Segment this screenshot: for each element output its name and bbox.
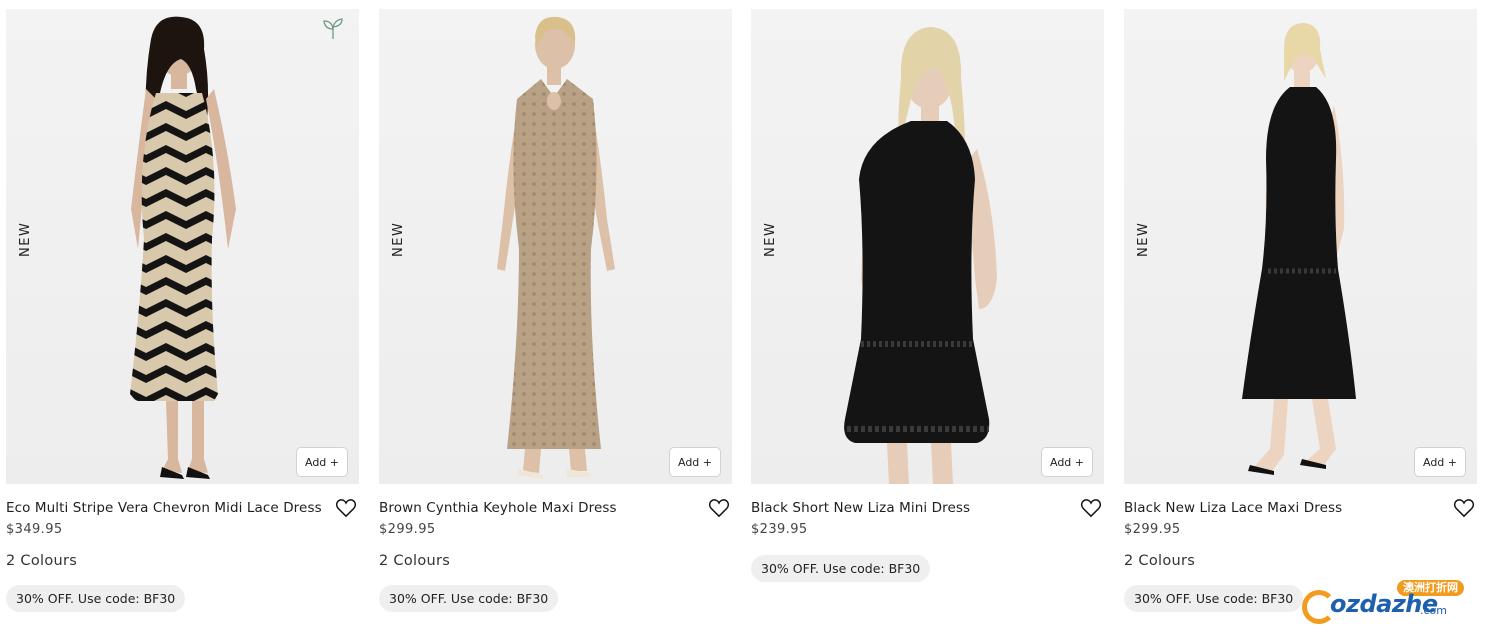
product-title[interactable]: Black New Liza Lace Maxi Dress bbox=[1124, 498, 1477, 518]
product-title[interactable]: Brown Cynthia Keyhole Maxi Dress bbox=[379, 498, 732, 518]
add-to-cart-button[interactable]: Add + bbox=[668, 447, 721, 477]
add-to-cart-button[interactable]: Add + bbox=[295, 447, 348, 477]
product-price: $239.95 bbox=[751, 522, 808, 537]
product-image[interactable]: NEW Add + bbox=[1124, 9, 1477, 484]
watermark-logo: 澳洲打折网 ozdazhe .com bbox=[1302, 580, 1472, 626]
product-price: $349.95 bbox=[6, 522, 63, 537]
heart-icon[interactable] bbox=[708, 498, 730, 518]
product-price: $299.95 bbox=[379, 522, 436, 537]
colour-count[interactable]: 2 Colours bbox=[6, 553, 359, 573]
product-price: $299.95 bbox=[1124, 522, 1181, 537]
colour-count[interactable]: 2 Colours bbox=[1124, 553, 1477, 573]
promo-badge: 30% OFF. Use code: BF30 bbox=[1124, 585, 1304, 612]
product-image[interactable]: NEW Add + bbox=[751, 9, 1104, 484]
new-badge: NEW bbox=[391, 221, 406, 257]
product-card: NEW Add + Black Short New Liza Mini Dres… bbox=[751, 9, 1104, 582]
product-card: NEW Add + Eco Multi Stripe Vera Chevron … bbox=[6, 9, 359, 612]
promo-badge: 30% OFF. Use code: BF30 bbox=[6, 585, 186, 612]
product-info: Brown Cynthia Keyhole Maxi Dress $299.95… bbox=[379, 484, 732, 612]
model-photo bbox=[497, 16, 615, 479]
product-info: Eco Multi Stripe Vera Chevron Midi Lace … bbox=[6, 484, 359, 612]
add-to-cart-button[interactable]: Add + bbox=[1413, 447, 1466, 477]
product-card: NEW Add + Brown Cynthia Keyhole Maxi Dre… bbox=[379, 9, 732, 612]
new-badge: NEW bbox=[763, 221, 778, 257]
model-photo bbox=[1242, 23, 1356, 475]
product-grid: NEW Add + Eco Multi Stripe Vera Chevron … bbox=[0, 0, 1488, 636]
product-image[interactable]: NEW Add + bbox=[379, 9, 732, 484]
colour-count[interactable]: 2 Colours bbox=[379, 553, 732, 573]
product-card: NEW Add + Black New Liza Lace Maxi Dress… bbox=[1124, 9, 1477, 612]
heart-icon[interactable] bbox=[335, 498, 357, 518]
leaf-icon bbox=[323, 18, 343, 39]
add-to-cart-button[interactable]: Add + bbox=[1040, 447, 1093, 477]
model-photo bbox=[844, 27, 997, 484]
product-title[interactable]: Black Short New Liza Mini Dress bbox=[751, 498, 1104, 518]
promo-badge: 30% OFF. Use code: BF30 bbox=[751, 555, 931, 582]
promo-badge: 30% OFF. Use code: BF30 bbox=[379, 585, 559, 612]
product-info: Black Short New Liza Mini Dress $239.95 … bbox=[751, 484, 1104, 582]
heart-icon[interactable] bbox=[1453, 498, 1475, 518]
new-badge: NEW bbox=[1136, 221, 1151, 257]
product-image[interactable]: NEW Add + bbox=[6, 9, 359, 484]
product-title[interactable]: Eco Multi Stripe Vera Chevron Midi Lace … bbox=[6, 498, 359, 518]
new-badge: NEW bbox=[18, 221, 33, 257]
watermark-domain: .com bbox=[1420, 604, 1447, 617]
model-photo bbox=[130, 16, 236, 479]
heart-icon[interactable] bbox=[1080, 498, 1102, 518]
